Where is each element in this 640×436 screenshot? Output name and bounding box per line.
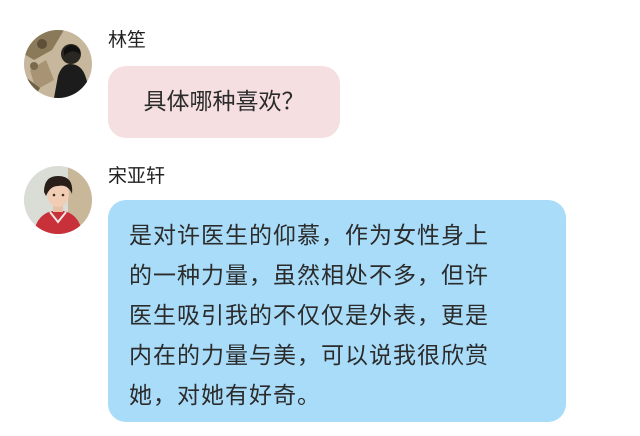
avatar-photo [24, 166, 92, 234]
message-line: 是对许医生的仰慕，作为女性身上 [129, 223, 489, 249]
avatar[interactable] [24, 166, 92, 234]
sender-name: 林笙 [108, 29, 147, 51]
message-line: 医生吸引我的不仅仅是外表，更是 [129, 303, 489, 329]
chat-thread: 林笙 具体哪种喜欢？ 宋亚轩 是对许医生的仰慕，作为女性身上 的一种力量，虽然相… [0, 0, 640, 436]
message-bubble[interactable]: 是对许医生的仰慕，作为女性身上 的一种力量，虽然相处不多，但许 医生吸引我的不仅… [108, 200, 566, 422]
avatar[interactable] [24, 30, 92, 98]
message-line: 内在的力量与美，可以说我很欣赏 [129, 343, 489, 369]
message-incoming: 宋亚轩 是对许医生的仰慕，作为女性身上 的一种力量，虽然相处不多，但许 医生吸引… [0, 150, 640, 436]
message-line: 她，对她有好奇。 [129, 383, 321, 409]
message-incoming: 林笙 具体哪种喜欢？ [0, 0, 640, 150]
message-bubble[interactable]: 具体哪种喜欢？ [108, 66, 340, 138]
avatar-photo [24, 30, 92, 98]
message-line: 的一种力量，虽然相处不多，但许 [129, 263, 489, 289]
sender-name: 宋亚轩 [108, 165, 166, 187]
